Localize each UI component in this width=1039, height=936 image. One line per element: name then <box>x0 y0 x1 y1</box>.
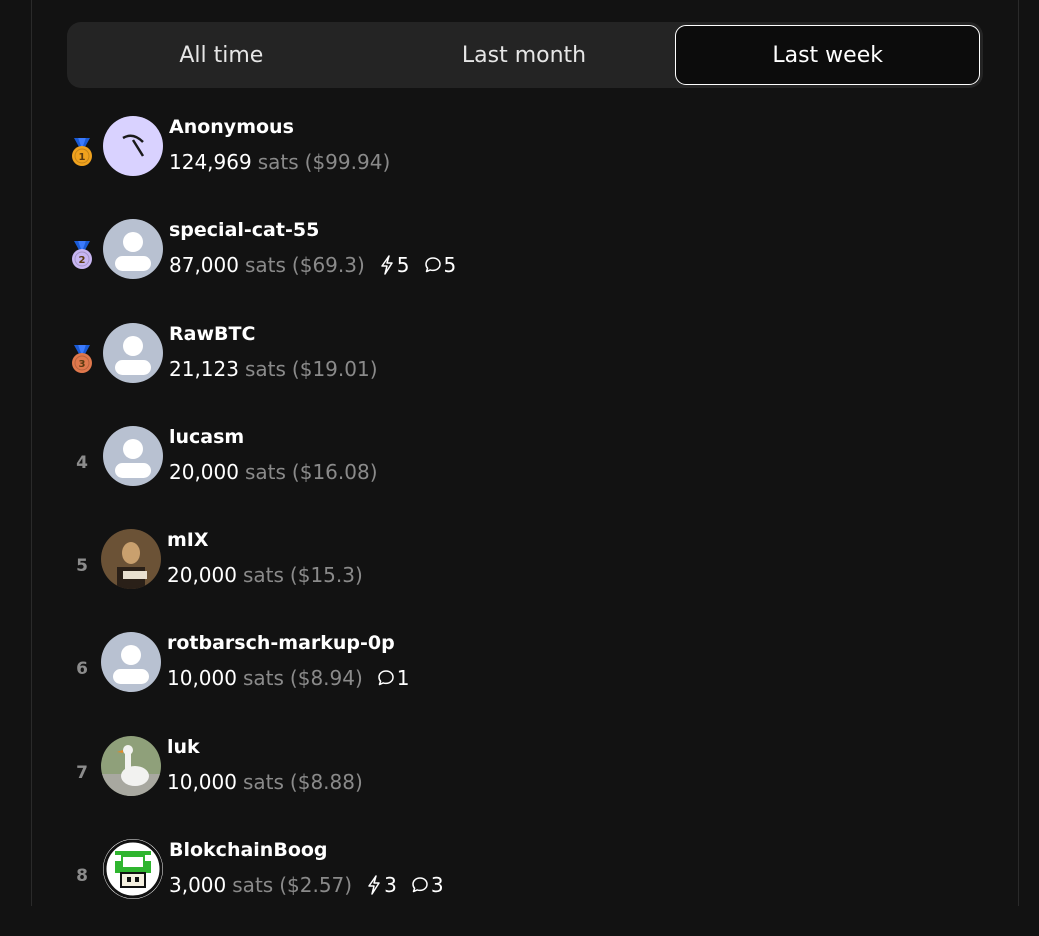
sats-amount: 10,000 <box>167 666 237 691</box>
zap-count-value: 3 <box>384 873 397 898</box>
time-range-tabs: All time Last month Last week <box>67 22 983 88</box>
rank-number: 4 <box>76 452 88 473</box>
comment-bubble-icon <box>377 669 397 687</box>
leaderboard-row: 5 mIX 20,000 sats ($15.3) <box>0 523 1039 626</box>
sats-amount: 10,000 <box>167 769 237 794</box>
pixel-mushroom-avatar[interactable] <box>103 839 163 900</box>
rank-number: 7 <box>76 762 88 783</box>
user-name-link[interactable]: lucasm <box>169 426 244 448</box>
sats-unit: sats <box>244 459 286 484</box>
comment-count: 1 <box>377 666 410 690</box>
gold-medal-icon: 1 <box>68 136 96 170</box>
rank-number: 5 <box>76 556 88 577</box>
comment-count: 3 <box>411 873 444 897</box>
rank-number: 8 <box>76 866 88 887</box>
svg-text:3: 3 <box>79 359 86 370</box>
default-user-avatar[interactable] <box>101 632 161 693</box>
bronze-medal-icon: 3 <box>68 343 96 377</box>
leaderboard-row: 4 lucasm 20,000 sats ($16.08) <box>0 420 1039 523</box>
sats-unit: sats <box>244 356 286 381</box>
tab-last-week[interactable]: Last week <box>675 25 981 85</box>
leaderboard-row: 2 special-cat-55 87,000 sats ($69.3) 5 5 <box>0 213 1039 316</box>
sats-amount: 20,000 <box>169 459 239 484</box>
user-name-link[interactable]: luk <box>167 736 200 758</box>
zap-stats: 10,000 sats ($8.94) 1 <box>167 666 410 690</box>
default-user-avatar[interactable] <box>103 219 163 280</box>
tab-all-time[interactable]: All time <box>70 25 373 85</box>
leaderboard-row: 7 luk 10,000 sats ($8.88) <box>0 730 1039 833</box>
sats-unit: sats <box>257 150 299 174</box>
default-user-avatar[interactable] <box>103 322 163 383</box>
zap-count: 3 <box>366 873 397 897</box>
svg-text:1: 1 <box>79 152 86 163</box>
fiat-value: ($69.3) <box>291 253 365 278</box>
comment-count-value: 5 <box>443 253 457 278</box>
default-user-avatar[interactable] <box>103 425 163 486</box>
comment-count-value: 1 <box>396 666 410 691</box>
sats-amount: 124,969 <box>169 150 252 174</box>
user-name-link[interactable]: special-cat-55 <box>169 219 319 241</box>
photo-avatar-goose[interactable] <box>101 735 161 796</box>
leaderboard-row: 3 RawBTC 21,123 sats ($19.01) <box>0 317 1039 420</box>
sats-amount: 21,123 <box>169 356 239 381</box>
zap-stats: 21,123 sats ($19.01) <box>169 357 378 381</box>
comment-bubble-icon <box>424 256 444 274</box>
zap-count: 5 <box>379 253 410 277</box>
sats-unit: sats <box>244 253 286 278</box>
silver-medal-icon: 2 <box>68 239 96 273</box>
zap-stats: 3,000 sats ($2.57) 3 3 <box>169 873 444 897</box>
leaderboard-list: 1 Anonymous 124,969 sats ($99.94) 2 special… <box>0 110 1039 936</box>
comment-count-value: 3 <box>430 873 444 898</box>
zap-stats: 20,000 sats ($15.3) <box>167 563 363 587</box>
sats-amount: 87,000 <box>169 253 239 278</box>
tab-last-month[interactable]: Last month <box>373 25 676 85</box>
user-name-link[interactable]: rotbarsch-markup-0p <box>167 632 395 654</box>
photo-avatar-man[interactable] <box>101 529 161 590</box>
user-name-link[interactable]: Anonymous <box>169 116 294 138</box>
zap-stats: 10,000 sats ($8.88) <box>167 770 363 794</box>
sats-unit: sats <box>242 563 284 588</box>
comment-count: 5 <box>424 253 457 278</box>
fiat-value: ($15.3) <box>289 563 363 588</box>
fiat-value: ($8.88) <box>289 769 363 794</box>
sats-unit: sats <box>242 769 284 794</box>
fiat-value: ($16.08) <box>291 459 378 484</box>
user-name-link[interactable]: BlokchainBoog <box>169 839 328 861</box>
sats-amount: 3,000 <box>169 873 227 898</box>
svg-text:2: 2 <box>79 255 86 266</box>
lightning-icon <box>366 875 384 895</box>
rank-number: 6 <box>76 659 88 680</box>
sats-unit: sats <box>232 873 274 898</box>
leaderboard-row: 1 Anonymous 124,969 sats ($99.94) <box>0 110 1039 213</box>
lightning-icon <box>379 255 397 276</box>
sats-amount: 20,000 <box>167 563 237 588</box>
user-name-link[interactable]: mIX <box>167 529 209 551</box>
leaderboard-row: 8 BlokchainBoog 3,000 sats ($2.57) 3 3 <box>0 833 1039 936</box>
comment-bubble-icon <box>411 876 431 894</box>
zap-stats: 87,000 sats ($69.3) 5 5 <box>169 253 456 277</box>
fiat-value: ($19.01) <box>291 356 378 381</box>
sats-unit: sats <box>242 666 284 691</box>
user-name-link[interactable]: RawBTC <box>169 323 255 345</box>
zap-stats: 124,969 sats ($99.94) <box>169 150 390 174</box>
fiat-value: ($2.57) <box>279 873 353 898</box>
zap-count-value: 5 <box>396 253 410 278</box>
pickaxe-avatar[interactable] <box>103 116 163 176</box>
leaderboard-row: 6 rotbarsch-markup-0p 10,000 sats ($8.94) 1 <box>0 626 1039 729</box>
fiat-value: ($99.94) <box>304 150 391 174</box>
fiat-value: ($8.94) <box>289 666 363 691</box>
zap-stats: 20,000 sats ($16.08) <box>169 460 378 484</box>
